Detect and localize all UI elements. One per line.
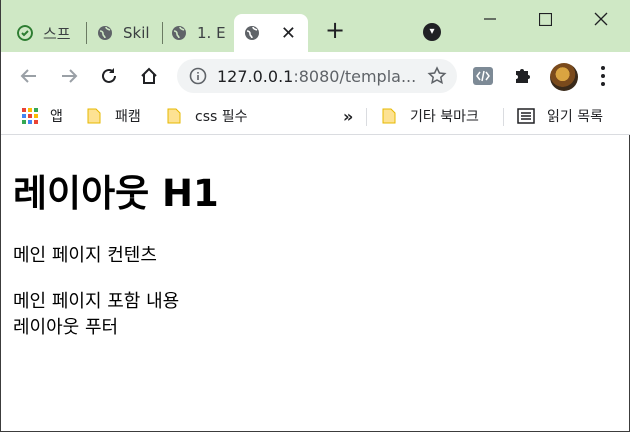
tab-separator bbox=[162, 22, 163, 44]
tab-favicon-icon bbox=[17, 25, 33, 41]
menu-kebab-icon[interactable] bbox=[597, 66, 609, 86]
back-button[interactable] bbox=[15, 62, 43, 90]
apps-grid-icon bbox=[22, 108, 38, 124]
bookmarks-overflow-button[interactable]: » bbox=[343, 100, 353, 132]
bookmarks-divider bbox=[503, 108, 504, 126]
extensions-puzzle-icon[interactable] bbox=[512, 65, 534, 87]
browser-window: 스프 Skil 1. E ✕ + ▾ 127.0.0.1:8080/templa… bbox=[0, 0, 630, 432]
tab-2-label: Skil bbox=[123, 24, 150, 42]
page-heading: 레이아웃 H1 bbox=[13, 172, 219, 215]
tab-strip: 스프 Skil 1. E ✕ + ▾ bbox=[1, 0, 630, 52]
home-icon bbox=[141, 67, 157, 84]
folder-icon bbox=[167, 108, 181, 124]
bookmarks-divider bbox=[366, 108, 367, 126]
bookmark-folder[interactable]: css 필수 bbox=[167, 100, 248, 132]
bookmarks-overflow-label: » bbox=[343, 106, 354, 126]
folder-icon bbox=[382, 108, 396, 124]
browser-toolbar: 127.0.0.1:8080/templa... bbox=[1, 52, 630, 100]
bookmark-apps[interactable]: 앱 bbox=[22, 100, 63, 132]
close-window-button[interactable] bbox=[578, 4, 624, 34]
minimize-icon bbox=[484, 18, 496, 20]
close-icon bbox=[594, 12, 608, 26]
url-path: :8080/templa... bbox=[293, 66, 417, 86]
url-text: 127.0.0.1:8080/templa... bbox=[217, 67, 417, 86]
minimize-button[interactable] bbox=[467, 4, 513, 34]
tab-2[interactable]: Skil bbox=[97, 14, 163, 52]
tab-search-button[interactable]: ▾ bbox=[423, 23, 441, 41]
arrow-right-icon bbox=[62, 69, 78, 83]
globe-icon bbox=[245, 26, 259, 40]
new-tab-button[interactable]: + bbox=[323, 18, 347, 43]
layout-footer-text: 레이아웃 푸터 bbox=[13, 317, 119, 338]
globe-icon bbox=[172, 26, 186, 40]
bookmark-folder[interactable]: 패캠 bbox=[87, 100, 141, 132]
home-button[interactable] bbox=[135, 62, 163, 90]
reading-list-icon bbox=[517, 108, 535, 124]
page-content: 레이아웃 H1 메인 페이지 컨텐츠 메인 페이지 포함 내용 레이아웃 푸터 bbox=[13, 139, 613, 341]
reload-icon bbox=[102, 68, 116, 83]
url-host: 127.0.0.1 bbox=[217, 66, 294, 86]
tab-1-label: 스프 bbox=[43, 24, 71, 43]
forward-button[interactable] bbox=[55, 62, 83, 90]
close-tab-icon[interactable]: ✕ bbox=[281, 23, 296, 44]
bookmark-other[interactable]: 기타 북마크 bbox=[382, 100, 479, 132]
profile-avatar[interactable] bbox=[550, 63, 578, 91]
included-content-text: 메인 페이지 포함 내용 bbox=[13, 291, 180, 312]
tab-3-label: 1. E bbox=[197, 24, 226, 42]
reading-list-button[interactable]: 읽기 목록 bbox=[517, 100, 603, 132]
tab-separator bbox=[86, 22, 87, 44]
maximize-icon bbox=[538, 12, 552, 26]
bookmark-other-label: 기타 북마크 bbox=[410, 109, 479, 125]
folder-icon bbox=[87, 108, 101, 124]
maximize-button[interactable] bbox=[522, 4, 568, 34]
reload-button[interactable] bbox=[95, 62, 123, 90]
address-bar[interactable]: 127.0.0.1:8080/templa... bbox=[177, 59, 457, 93]
tab-3[interactable]: 1. E bbox=[171, 14, 233, 52]
tab-1[interactable]: 스프 bbox=[17, 14, 87, 52]
tab-active[interactable]: ✕ bbox=[234, 14, 308, 52]
bookmark-star-icon[interactable] bbox=[427, 66, 447, 86]
code-extension-icon[interactable] bbox=[472, 65, 494, 87]
reading-list-label: 읽기 목록 bbox=[547, 109, 603, 125]
bookmark-apps-label: 앱 bbox=[50, 109, 63, 125]
globe-icon bbox=[98, 26, 112, 40]
bookmarks-bar: 앱 패캠 css 필수 » 기타 북마크 읽기 목록 bbox=[1, 100, 630, 135]
bookmark-folder-label: 패캠 bbox=[115, 109, 141, 125]
main-content-text: 메인 페이지 컨텐츠 bbox=[13, 245, 157, 266]
arrow-left-icon bbox=[20, 69, 36, 83]
bookmark-folder-label: css 필수 bbox=[195, 109, 248, 125]
info-icon bbox=[189, 67, 207, 85]
